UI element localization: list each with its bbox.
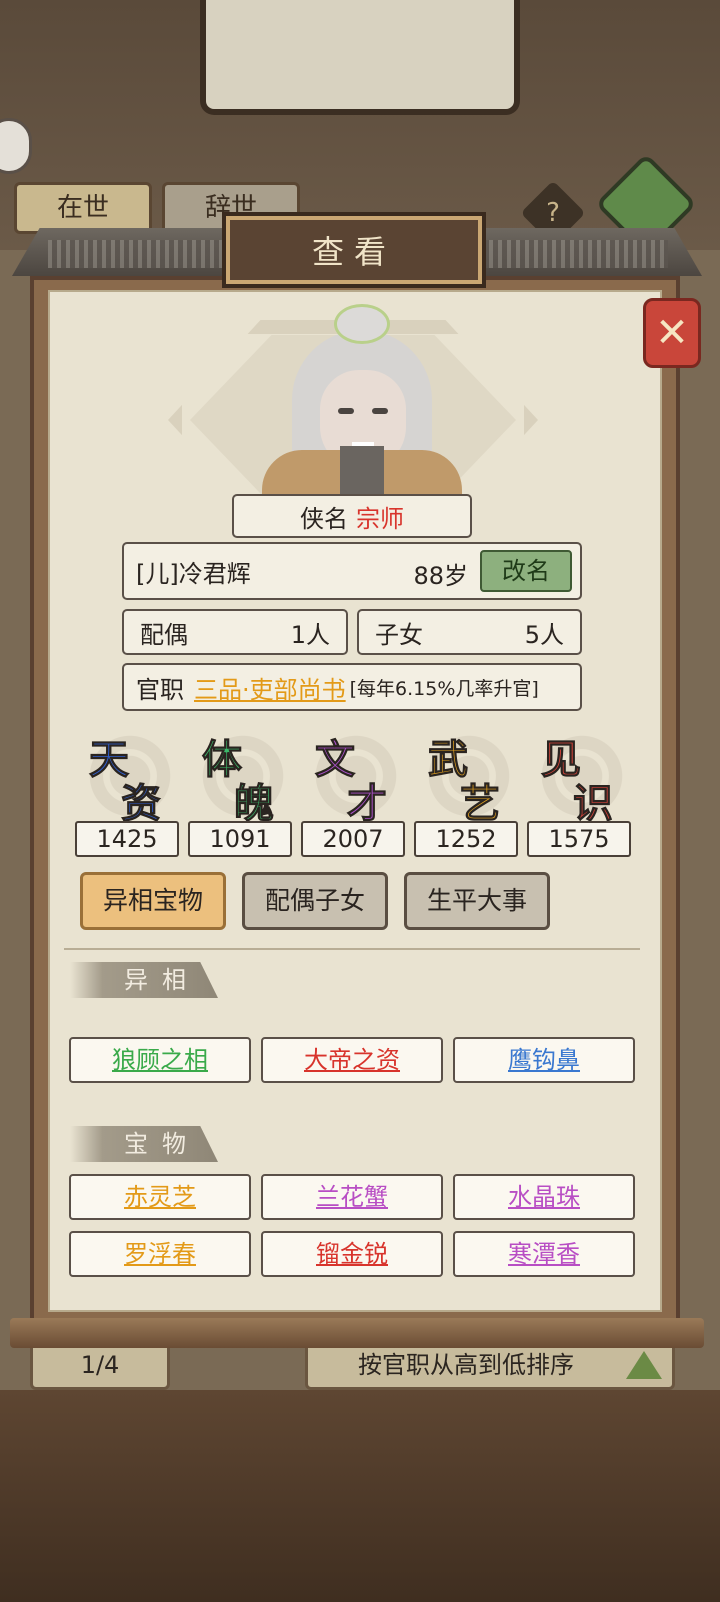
dialog-title: 查看 bbox=[311, 233, 396, 271]
background-floor bbox=[0, 1390, 720, 1602]
rename-button[interactable]: 改名 bbox=[480, 550, 572, 592]
portrait-eye bbox=[372, 408, 388, 414]
portrait-eye bbox=[338, 408, 354, 414]
children-count: 5人 bbox=[524, 620, 564, 649]
section-divider bbox=[64, 938, 640, 950]
stat-value: 1575 bbox=[527, 821, 631, 857]
stat-talent: 天 资 1425 bbox=[75, 725, 179, 859]
spouse-box: 配偶 1人 bbox=[122, 609, 348, 655]
character-name: [儿]冷君辉 bbox=[136, 559, 251, 588]
trait-item[interactable]: 大帝之资 bbox=[261, 1037, 443, 1083]
spouse-count: 1人 bbox=[290, 620, 330, 649]
office-label: 官职 bbox=[136, 675, 184, 704]
children-label: 子女 bbox=[375, 620, 423, 649]
treasure-item[interactable]: 兰花蟹 bbox=[261, 1174, 443, 1220]
office-box: 官职 三品·吏部尚书 [每年6.15%几率升官] bbox=[122, 663, 582, 711]
tab-life-events[interactable]: 生平大事 bbox=[404, 872, 550, 930]
stat-martial: 武 艺 1252 bbox=[414, 725, 518, 859]
stat-value: 1252 bbox=[414, 821, 518, 857]
stat-physique: 体 魄 1091 bbox=[188, 725, 292, 859]
treasure-item[interactable]: 赤灵芝 bbox=[69, 1174, 251, 1220]
office-rank-link[interactable]: 三品·吏部尚书 bbox=[194, 670, 346, 705]
treasure-item[interactable]: 水晶珠 bbox=[453, 1174, 635, 1220]
trait-item[interactable]: 鹰钩鼻 bbox=[453, 1037, 635, 1083]
alias-label: 侠名 bbox=[300, 504, 348, 533]
stat-literary: 文 才 2007 bbox=[301, 725, 405, 859]
sort-label: 按官职从高到低排序 bbox=[358, 1351, 574, 1379]
stat-value: 2007 bbox=[301, 821, 405, 857]
character-age: 88岁 bbox=[413, 562, 468, 590]
treasure-item[interactable]: 罗浮春 bbox=[69, 1231, 251, 1277]
close-button[interactable]: ✕ bbox=[643, 298, 701, 368]
name-row: [儿]冷君辉 88岁 改名 bbox=[122, 542, 582, 600]
portrait-hair-bun bbox=[334, 304, 390, 344]
close-icon: ✕ bbox=[655, 310, 689, 356]
portrait-collar bbox=[340, 446, 384, 498]
treasure-item[interactable]: 镏金锐 bbox=[261, 1231, 443, 1277]
trait-item[interactable]: 狼顾之相 bbox=[69, 1037, 251, 1083]
stat-knowledge: 见 识 1575 bbox=[527, 725, 631, 859]
dialog-title-plaque: 查看 bbox=[226, 216, 482, 284]
alias-box: 侠名 宗师 bbox=[232, 494, 472, 538]
dialog-footer-frame bbox=[10, 1318, 704, 1348]
tab-spouse-children[interactable]: 配偶子女 bbox=[242, 872, 388, 930]
treasure-item[interactable]: 寒潭香 bbox=[453, 1231, 635, 1277]
tab-traits-treasures[interactable]: 异相宝物 bbox=[80, 872, 226, 930]
sort-triangle-icon bbox=[626, 1351, 662, 1379]
character-portrait bbox=[262, 300, 462, 498]
children-box: 子女 5人 bbox=[357, 609, 582, 655]
office-promotion-rate: [每年6.15%几率升官] bbox=[349, 677, 539, 700]
stat-value: 1091 bbox=[188, 821, 292, 857]
stat-value: 1425 bbox=[75, 821, 179, 857]
wall-painting bbox=[200, 0, 520, 115]
treasures-section-header: 宝物 bbox=[70, 1126, 218, 1162]
tab-alive[interactable]: 在世 bbox=[14, 182, 152, 234]
traits-section-header: 异相 bbox=[70, 962, 218, 998]
spouse-label: 配偶 bbox=[140, 620, 188, 649]
alias-value: 宗师 bbox=[356, 504, 404, 533]
